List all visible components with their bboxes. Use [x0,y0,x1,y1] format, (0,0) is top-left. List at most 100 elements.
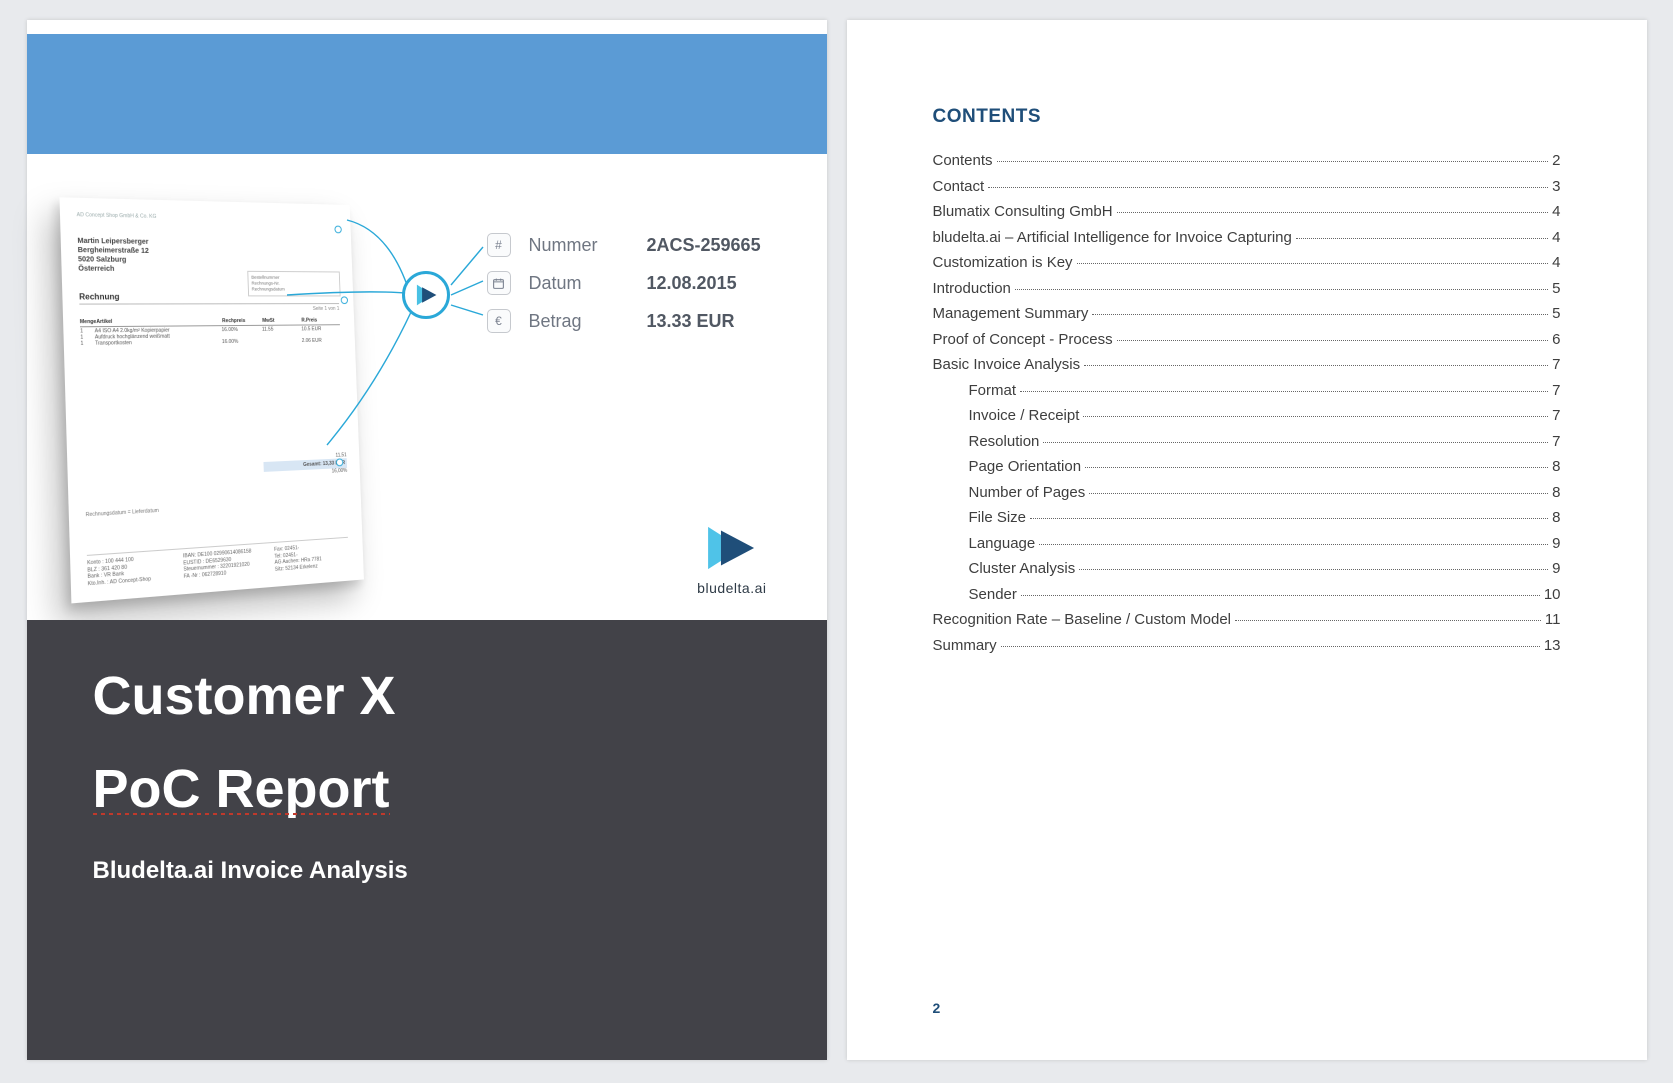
toc-item-label: Recognition Rate – Baseline / Custom Mod… [933,611,1232,628]
hash-icon: # [487,233,511,257]
toc-item-page: 8 [1552,458,1560,475]
toc-item[interactable]: Introduction5 [933,280,1561,297]
toc-item-page: 2 [1552,152,1560,169]
invoice-footer-columns: Konto : 100 444 100BLZ : 361 420 80Bank … [86,537,348,588]
toc-leader-dots [1117,340,1549,341]
field-amount: € Betrag 13.33 EUR [487,309,761,333]
invoice-preview: AD Concept Shop GmbH & Co. KG Martin Lei… [59,197,363,603]
page-of: Seite 1 von 1 [79,306,339,313]
extract-dot [335,458,343,466]
toc-leader-dots [1084,365,1548,366]
toc-item[interactable]: Basic Invoice Analysis 7 [933,356,1561,373]
toc-item-label: bludelta.ai – Artificial Intelligence fo… [933,229,1292,246]
toc-item[interactable]: Management Summary5 [933,305,1561,322]
toc-item[interactable]: Format7 [933,382,1561,399]
field-value: 13.33 EUR [647,311,735,332]
page-number: 2 [933,1000,941,1016]
brand-text: bludelta.ai [697,580,766,596]
toc-item-label: Introduction [933,280,1011,297]
toc-leader-dots [1296,238,1548,239]
toc-item-label: Cluster Analysis [969,560,1076,577]
toc-item-label: File Size [969,509,1027,526]
invoice-footnote: Rechnungsdatum = Lieferdatum [85,508,158,518]
toc-item-page: 5 [1552,305,1560,322]
toc-item[interactable]: Language9 [933,535,1561,552]
toc-item-label: Proof of Concept - Process [933,331,1113,348]
toc-leader-dots [1021,595,1540,596]
toc-item-page: 8 [1552,484,1560,501]
toc-item[interactable]: Blumatix Consulting GmbH4 [933,203,1561,220]
toc-item[interactable]: Cluster Analysis 9 [933,560,1561,577]
toc-item-page: 4 [1552,203,1560,220]
toc-leader-dots [1039,544,1548,545]
toc-leader-dots [1235,620,1541,621]
extract-dot [334,226,341,234]
toc-item[interactable]: Customization is Key4 [933,254,1561,271]
invoice-meta-box: Bestellnummer Rechnungs-Nr. Rechnungsdat… [247,271,340,296]
toc-item-label: Basic Invoice Analysis [933,356,1081,373]
toc-item-label: Contact [933,178,985,195]
toc-item[interactable]: Resolution7 [933,433,1561,450]
footer-col: Fax: 02451-Tel: 02451-AG Aachen: HRa 778… [274,542,349,573]
invoice-totals: 11,51 Gesamt: 13,33 EUR 16,00% [263,452,347,478]
toc-item[interactable]: Sender 10 [933,586,1561,603]
invoice-line-items: Menge Artikel Rechpreis MwSt R.Preis 1A4… [79,318,340,347]
toc-item[interactable]: Proof of Concept - Process6 [933,331,1561,348]
bludelta-logo-badge [402,271,450,319]
extracted-fields: # Nummer 2ACS-259665 Datum 12.08.2015 € … [487,233,761,347]
h-qty: Menge [79,319,96,325]
meta-3: Rechnungsdatum [251,286,336,292]
field-label: Betrag [529,311,629,332]
toc-item-page: 11 [1545,611,1561,628]
toc-item-page: 7 [1552,356,1560,373]
cover-title-block: Customer X PoC Report Bludelta.ai Invoic… [27,620,827,1060]
toc-title: CONTENTS [933,106,1561,128]
invoice-sender-line: AD Concept Shop GmbH & Co. KG [76,212,335,224]
toc-item[interactable]: Recognition Rate – Baseline / Custom Mod… [933,611,1561,628]
toc-leader-dots [1083,416,1548,417]
toc-leader-dots [1077,263,1549,264]
toc-item-page: 4 [1552,229,1560,246]
toc-item-page: 3 [1552,178,1560,195]
field-date: Datum 12.08.2015 [487,271,761,295]
toc-item[interactable]: Invoice / Receipt7 [933,407,1561,424]
toc-item-page: 8 [1552,509,1560,526]
toc-leader-dots [1079,569,1548,570]
toc-item[interactable]: Summary 13 [933,637,1561,654]
toc-leader-dots [1001,646,1540,647]
toc-item[interactable]: Contact 3 [933,178,1561,195]
toc-item[interactable]: Number of Pages8 [933,484,1561,501]
cover-hero: AD Concept Shop GmbH & Co. KG Martin Lei… [67,185,787,605]
footer-col: IBAN: DE100 02990614086158EUSTID : DE652… [182,548,261,580]
calendar-icon [487,271,511,295]
toc-item[interactable]: bludelta.ai – Artificial Intelligence fo… [933,229,1561,246]
toc-leader-dots [1117,212,1549,213]
h-4: MwSt [262,318,301,324]
toc-item-page: 13 [1544,637,1561,654]
toc-item[interactable]: Contents2 [933,152,1561,169]
brand-block: bludelta.ai [697,525,766,596]
toc-item-label: Summary [933,637,997,654]
toc-item-page: 9 [1552,560,1560,577]
grand-lbl: Gesamt: [302,461,321,468]
toc-item-page: 7 [1552,407,1560,424]
page-toc: CONTENTS Contents2 Contact 3 Blumatix Consu… [847,20,1647,1060]
toc-item-page: 4 [1552,254,1560,271]
toc-item-page: 7 [1552,433,1560,450]
footer-col: Konto : 100 444 100BLZ : 361 420 80Bank … [87,554,170,587]
h-art: Artikel [96,319,222,326]
toc-item[interactable]: Page Orientation8 [933,458,1561,475]
toc-leader-dots [1043,442,1548,443]
cover-blue-band [27,34,827,154]
toc-item-page: 10 [1544,586,1561,603]
cover-subtitle: Bludelta.ai Invoice Analysis [93,857,761,885]
toc-item-label: Language [969,535,1036,552]
invoice-recipient-address: Martin Leipersberger Bergheimerstraße 12… [77,237,338,276]
field-label: Datum [529,273,629,294]
toc-item-label: Sender [969,586,1017,603]
toc-list: Contents2 Contact 3 Blumatix Consulting Gmb… [933,152,1561,654]
toc-item[interactable]: File Size 8 [933,509,1561,526]
toc-leader-dots [1089,493,1548,494]
h-5: R.Preis [301,318,340,324]
euro-icon: € [487,309,511,333]
